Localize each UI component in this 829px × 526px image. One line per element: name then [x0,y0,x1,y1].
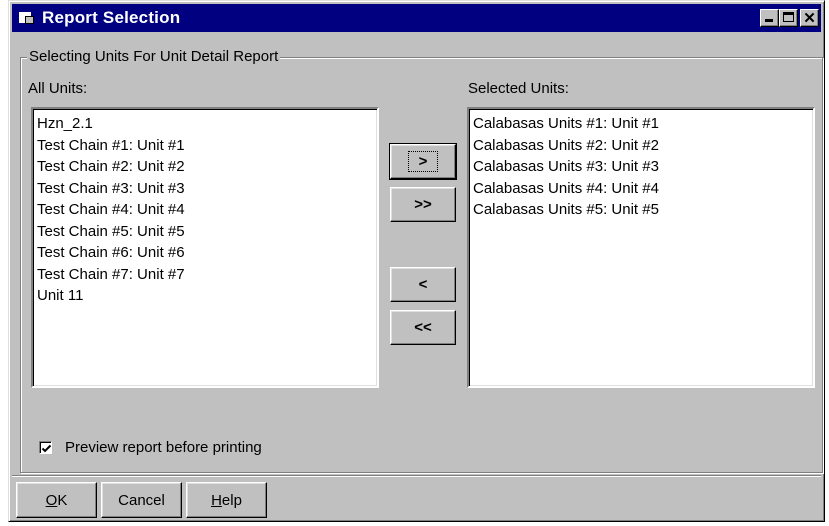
help-label: elp [221,491,242,509]
preview-checkbox[interactable] [39,441,52,454]
list-item[interactable]: Calabasas Units #3: Unit #3 [473,156,813,178]
report-window-icon[interactable] [18,10,36,26]
list-item[interactable]: Calabasas Units #4: Unit #4 [473,178,813,200]
help-button[interactable]: Help [186,482,267,518]
selected-units-label: Selected Units: [468,80,569,97]
add-selected-button[interactable]: > [389,143,457,180]
ok-button[interactable]: OK [16,482,97,518]
close-button[interactable]: ✕ [800,9,819,27]
list-item[interactable]: Test Chain #3: Unit #3 [37,178,377,200]
list-item[interactable]: Test Chain #7: Unit #7 [37,264,377,286]
report-selection-window: Report Selection ✕ Selecting Units For U… [8,0,825,522]
minimize-icon [765,19,773,22]
remove-all-button[interactable]: << [390,310,456,345]
all-units-listbox[interactable]: Hzn_2.1 Test Chain #1: Unit #1 Test Chai… [31,107,379,388]
ok-mnemonic: O [45,491,58,509]
footer-divider [12,475,821,477]
groupbox-title: Selecting Units For Unit Detail Report [27,48,281,65]
cancel-button[interactable]: Cancel [101,482,182,518]
list-item[interactable]: Test Chain #4: Unit #4 [37,199,377,221]
list-item[interactable]: Test Chain #1: Unit #1 [37,135,377,157]
list-item[interactable]: Hzn_2.1 [37,113,377,135]
ok-label: K [57,491,68,509]
remove-selected-button[interactable]: < [390,267,456,302]
list-item[interactable]: Test Chain #2: Unit #2 [37,156,377,178]
window-title: Report Selection [42,8,181,27]
checkmark-icon [41,444,52,453]
minimize-button[interactable] [760,9,779,27]
caption-buttons: ✕ [760,9,819,27]
all-units-label: All Units: [28,80,88,97]
list-item[interactable]: Test Chain #6: Unit #6 [37,242,377,264]
maximize-icon [783,12,794,22]
list-item[interactable]: Calabasas Units #1: Unit #1 [473,113,813,135]
list-item[interactable]: Calabasas Units #2: Unit #2 [473,135,813,157]
close-icon: ✕ [803,9,816,27]
add-all-button[interactable]: >> [390,187,456,222]
list-item[interactable]: Test Chain #5: Unit #5 [37,221,377,243]
maximize-button[interactable] [779,9,798,27]
preview-label[interactable]: Preview report before printing [65,439,262,456]
list-item[interactable]: Unit 11 [37,285,377,307]
list-item[interactable]: Calabasas Units #5: Unit #5 [473,199,813,221]
selected-units-listbox[interactable]: Calabasas Units #1: Unit #1 Calabasas Un… [467,107,815,388]
title-bar[interactable]: Report Selection ✕ [12,4,821,32]
help-mnemonic: H [211,491,222,509]
